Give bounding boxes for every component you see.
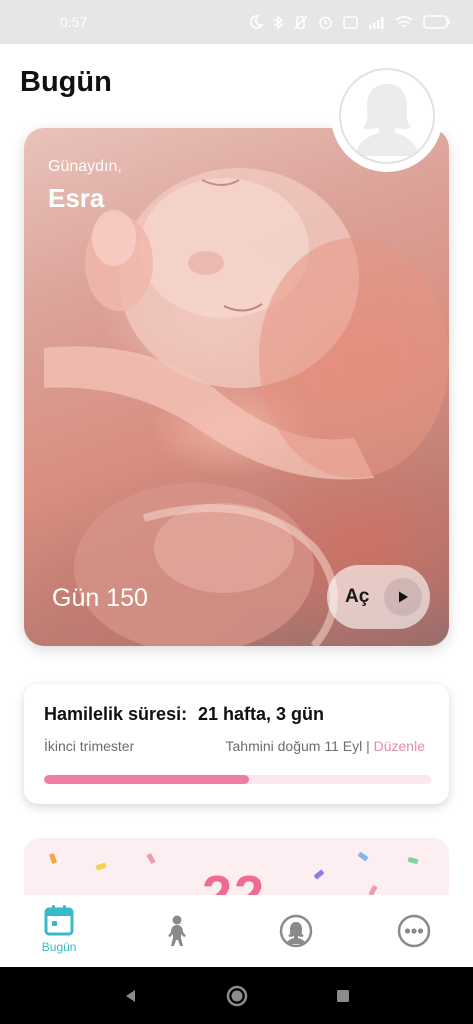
- mother-icon: [279, 914, 312, 948]
- nav-item-mother[interactable]: [237, 895, 355, 967]
- avatar-frame: [339, 68, 435, 164]
- calendar-icon: [44, 905, 74, 936]
- moon-icon: [250, 15, 263, 29]
- hero-card[interactable]: Günaydın, Esra Gün 150 Aç: [24, 128, 449, 646]
- bluetooth-icon: [273, 15, 283, 29]
- trimester-label: İkinci trimester: [44, 738, 135, 754]
- nav-item-today[interactable]: Bugün: [0, 895, 118, 967]
- pregnancy-progress-track: [44, 775, 431, 784]
- status-icons: [249, 14, 451, 30]
- due-date-text: Tahmini doğum 11 Eyl: [225, 738, 363, 754]
- home-circle-icon: [226, 985, 247, 1006]
- recents-square-icon: [336, 989, 349, 1002]
- confetti: [407, 856, 419, 865]
- due-date-row: Tahmini doğum 11 Eyl | Düzenle: [226, 738, 426, 754]
- confetti: [357, 851, 369, 862]
- signal-icon: [369, 16, 384, 29]
- pregnancy-progress-fill: [44, 775, 250, 784]
- edit-link[interactable]: Düzenle: [374, 738, 425, 754]
- confetti: [95, 862, 107, 871]
- confetti: [48, 852, 58, 865]
- page-title: Bugün: [20, 66, 112, 98]
- alarm-icon: [319, 16, 332, 29]
- more-icon: [397, 914, 431, 948]
- open-button[interactable]: Aç: [327, 565, 430, 629]
- system-navigation-bar: [0, 967, 473, 1024]
- nav-item-more[interactable]: [355, 895, 473, 967]
- back-button[interactable]: [78, 988, 184, 1004]
- vibrate-off-icon: [293, 14, 308, 30]
- baby-icon: [168, 915, 187, 946]
- profile-avatar[interactable]: [331, 60, 443, 172]
- user-name: Esra: [48, 183, 105, 213]
- play-icon: [384, 578, 422, 616]
- pregnancy-duration-label: Hamilelik süresi:: [44, 704, 188, 724]
- confetti: [146, 852, 156, 865]
- back-triangle-icon: [125, 989, 135, 1002]
- home-button[interactable]: [184, 984, 290, 1008]
- status-bar: 0:57: [0, 0, 473, 44]
- pregnancy-card[interactable]: Hamilelik süresi: 21 hafta, 3 gün İkinci…: [24, 684, 449, 804]
- woman-silhouette-icon: [355, 84, 419, 156]
- bottom-navigation: Bugün: [0, 895, 473, 967]
- day-label: Gün 150: [52, 584, 148, 612]
- wifi-icon: [395, 16, 413, 28]
- open-button-label: Aç: [345, 586, 370, 607]
- greeting-text: Günaydın,: [48, 158, 122, 175]
- sim-icon: [343, 15, 358, 29]
- nav-item-baby[interactable]: [118, 895, 236, 967]
- separator: |: [366, 738, 370, 754]
- battery-icon: [423, 15, 450, 29]
- recents-button[interactable]: [290, 988, 396, 1004]
- status-time: 0:57: [60, 14, 88, 30]
- confetti: [313, 869, 325, 880]
- pregnancy-duration-value: 21 hafta, 3 gün: [198, 704, 325, 724]
- nav-label-today: Bugün: [41, 940, 77, 954]
